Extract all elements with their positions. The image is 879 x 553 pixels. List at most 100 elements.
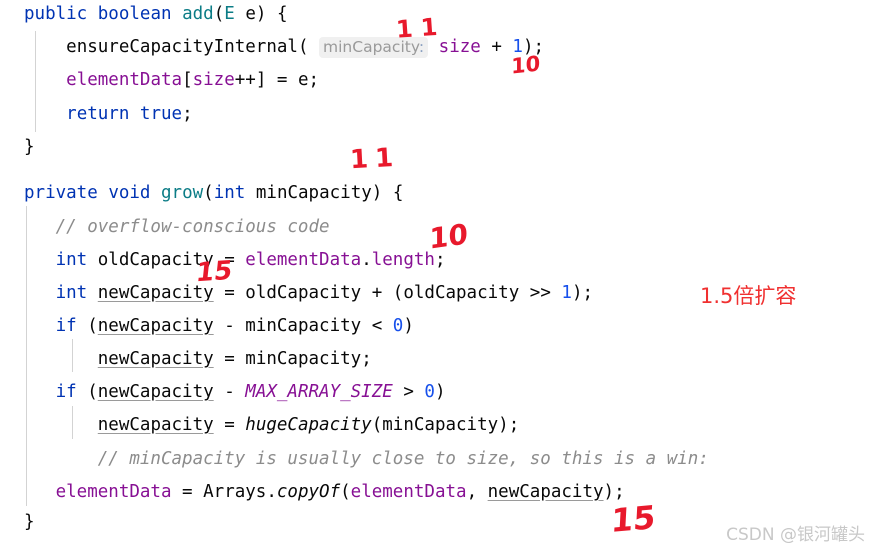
token-indent-10 bbox=[24, 283, 56, 303]
token-indent-15 bbox=[24, 449, 56, 469]
token-keyword-return: return bbox=[66, 104, 130, 124]
token-keyword-public: public bbox=[24, 4, 88, 24]
token-brace-open-2: ) { bbox=[371, 183, 404, 203]
token-prop-length: length bbox=[371, 250, 435, 270]
token-number-0-13: 0 bbox=[424, 382, 435, 402]
code-line-9: int oldCapacity = elementData.length; bbox=[24, 244, 446, 278]
token-close-14: ); bbox=[498, 415, 520, 435]
watermark-csdn: CSDN @银河罐头 bbox=[726, 525, 865, 545]
token-indent-16 bbox=[24, 482, 56, 502]
token-indent-4 bbox=[24, 104, 66, 124]
token-space-9 bbox=[87, 250, 98, 270]
token-keyword-if-13: if bbox=[55, 382, 77, 402]
token-brace-close-2: } bbox=[24, 512, 35, 532]
token-paren-open-2: ( bbox=[297, 37, 320, 57]
token-assign-16: = bbox=[171, 482, 204, 502]
token-number-0-11: 0 bbox=[392, 316, 404, 336]
token-semi-4: ; bbox=[182, 104, 193, 124]
ink-annotation-15-bottom: 15 bbox=[610, 497, 657, 541]
token-param-e: e bbox=[245, 4, 256, 24]
code-line-15-comment: // minCapacity is usually close to size,… bbox=[24, 443, 709, 477]
ink-annotation-10-near-size: 10 bbox=[511, 51, 541, 79]
token-close-11: ) bbox=[403, 316, 414, 336]
token-number-1-10: 1 bbox=[561, 283, 572, 303]
token-space-5 bbox=[129, 104, 140, 124]
token-paren-11: ( bbox=[76, 316, 98, 336]
token-lt-11: < bbox=[361, 316, 393, 336]
token-keyword-true: true bbox=[139, 104, 183, 124]
token-space-2 bbox=[172, 4, 183, 24]
code-line-5: } bbox=[24, 131, 35, 165]
code-line-1: public boolean add(E e) { bbox=[24, 0, 287, 32]
token-var-newcapacity-16: newCapacity bbox=[487, 482, 604, 502]
token-close-16: ); bbox=[603, 482, 625, 502]
token-var-oldcapacity-10b: oldCapacity bbox=[403, 283, 520, 303]
code-line-12: newCapacity = minCapacity; bbox=[24, 343, 372, 377]
token-semi-12: ; bbox=[361, 349, 372, 369]
token-var-newcapacity-11: newCapacity bbox=[97, 316, 214, 336]
token-field-elementdata: elementData bbox=[66, 70, 183, 90]
token-indent-3 bbox=[24, 70, 66, 90]
code-line-11: if (newCapacity - minCapacity < 0) bbox=[24, 310, 414, 344]
token-paren-open-3: ( bbox=[203, 183, 214, 203]
code-screenshot: public boolean add(E e) { ensureCapacity… bbox=[0, 0, 879, 553]
token-comment-mincapacity: // minCapacity is usually close to size,… bbox=[55, 449, 709, 469]
token-field-elementdata-9: elementData bbox=[245, 250, 362, 270]
token-indent-11 bbox=[24, 316, 56, 336]
code-editor-content[interactable]: public boolean add(E e) { ensureCapacity… bbox=[0, 0, 879, 553]
token-close-13: ) bbox=[434, 382, 446, 402]
token-assign-14: = bbox=[213, 415, 246, 435]
ink-annotation-15-near-oldcapacity: 15 bbox=[194, 255, 234, 289]
code-line-7: private void grow(int minCapacity) { bbox=[24, 177, 403, 211]
token-indent-12 bbox=[24, 349, 98, 369]
token-keyword-private: private bbox=[24, 183, 98, 203]
token-space-8 bbox=[245, 183, 256, 203]
token-semi-3: ; bbox=[308, 70, 320, 90]
token-type-E: E bbox=[224, 4, 235, 24]
token-space-10 bbox=[87, 283, 98, 303]
ink-annotation-10-near-length: 10 bbox=[429, 217, 468, 256]
token-minus-11: - bbox=[213, 316, 246, 336]
token-increment-assign: ++] = bbox=[234, 70, 298, 90]
token-plus-10: + ( bbox=[361, 283, 404, 303]
code-line-13: if (newCapacity - MAX_ARRAY_SIZE > 0) bbox=[24, 376, 446, 410]
token-var-newcapacity-13: newCapacity bbox=[97, 382, 214, 402]
token-minus-13: - bbox=[213, 382, 246, 402]
token-indent-9 bbox=[24, 250, 56, 270]
ink-annotation-11-near-grow: 11 bbox=[349, 142, 401, 176]
token-indent-13 bbox=[24, 382, 56, 402]
code-line-10: int newCapacity = oldCapacity + (oldCapa… bbox=[24, 277, 593, 311]
token-close-10: ); bbox=[571, 283, 594, 303]
token-paren-16: ( bbox=[340, 482, 351, 502]
token-space-7 bbox=[150, 183, 161, 203]
token-dot-9: . bbox=[361, 250, 372, 270]
code-line-3: elementData[size++] = e; bbox=[24, 64, 319, 98]
token-keyword-int: int bbox=[213, 183, 246, 203]
token-dot-16: . bbox=[266, 482, 277, 502]
token-field-size-2: size bbox=[192, 70, 235, 90]
token-var-mincapacity-12: minCapacity bbox=[245, 349, 362, 369]
token-method-grow: grow bbox=[161, 183, 204, 203]
token-keyword-int-9: int bbox=[55, 250, 88, 270]
code-line-2: ensureCapacityInternal( minCapacity: siz… bbox=[24, 31, 544, 65]
ink-annotation-11-near-hint: 11 bbox=[395, 12, 447, 44]
token-shift-10: >> bbox=[519, 283, 562, 303]
token-paren-14: ( bbox=[371, 415, 383, 435]
token-var-newcapacity-12: newCapacity bbox=[97, 349, 214, 369]
token-var-oldcapacity-10: oldCapacity bbox=[245, 283, 362, 303]
token-method-add: add bbox=[182, 4, 214, 24]
token-field-elementdata-16b: elementData bbox=[350, 482, 467, 502]
token-var-newcapacity-14: newCapacity bbox=[97, 415, 214, 435]
token-space-3 bbox=[235, 4, 246, 24]
token-keyword-void: void bbox=[108, 183, 151, 203]
code-line-16: elementData = Arrays.copyOf(elementData,… bbox=[24, 476, 625, 510]
token-method-copyof: copyOf bbox=[276, 482, 341, 502]
token-keyword-boolean: boolean bbox=[97, 4, 172, 24]
token-brace-close-1: } bbox=[24, 137, 35, 157]
token-param-mincapacity: minCapacity bbox=[255, 183, 372, 203]
token-paren-open: ( bbox=[213, 4, 225, 24]
token-var-e: e bbox=[297, 70, 309, 90]
token-indent-8 bbox=[24, 217, 56, 237]
